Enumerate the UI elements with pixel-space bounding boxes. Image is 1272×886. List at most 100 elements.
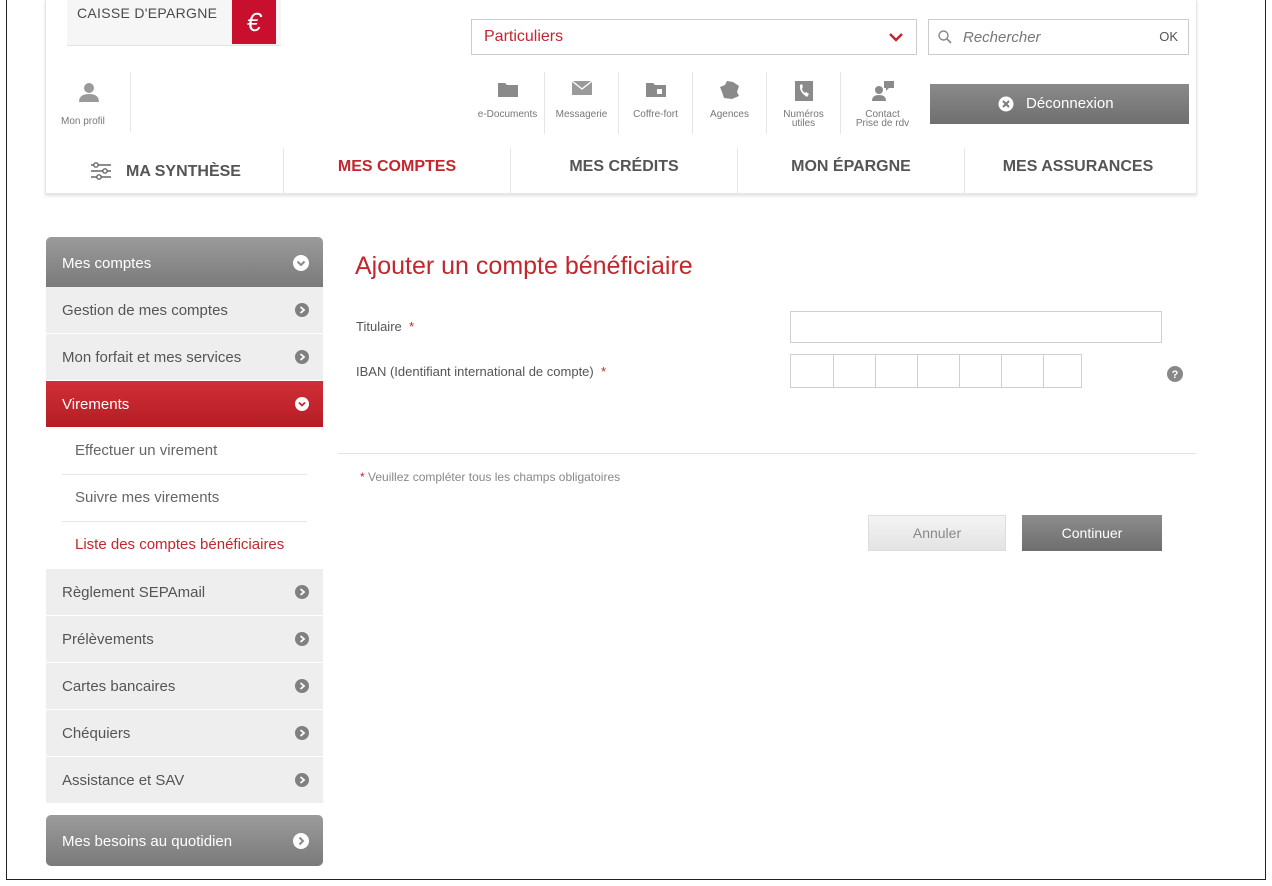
toolbar-shortcuts: e-Documents Messagerie Coffre-fort Agenc… <box>471 72 924 134</box>
brand-logo[interactable]: CAISSE D'EPARGNE € <box>67 0 281 46</box>
safe-icon <box>645 80 667 103</box>
user-icon <box>79 83 99 102</box>
chevron-right-icon <box>295 303 309 321</box>
logout-label: Déconnexion <box>1026 95 1114 112</box>
profile-link[interactable]: Mon profil <box>61 80 131 130</box>
iban-label-text: IBAN (Identifiant international de compt… <box>356 364 594 379</box>
tool-e-documents[interactable]: e-Documents <box>471 72 544 134</box>
sidebar-subitem-suivre-virements[interactable]: Suivre mes virements <box>46 475 323 522</box>
sliders-icon <box>90 162 112 185</box>
segment-select[interactable]: Particuliers <box>471 19 917 55</box>
close-circle-icon <box>998 96 1014 116</box>
squirrel-logo-icon: € <box>232 0 276 44</box>
chevron-right-icon <box>295 726 309 744</box>
sidebar-subitem-effectuer-virement[interactable]: Effectuer un virement <box>46 428 323 475</box>
tool-label: Coffre-fort <box>633 109 678 120</box>
search-icon <box>937 29 953 50</box>
nav-mon-epargne[interactable]: MON ÉPARGNE <box>737 148 964 194</box>
chevron-right-icon <box>295 632 309 650</box>
page-title: Ajouter un compte bénéficiaire <box>355 252 693 280</box>
nav-mes-comptes[interactable]: MES COMPTES <box>283 148 510 194</box>
main-nav: MA SYNTHÈSE MES COMPTES MES CRÉDITS MON … <box>46 148 1198 194</box>
nav-mes-assurances[interactable]: MES ASSURANCES <box>964 148 1191 194</box>
chevron-right-icon <box>295 679 309 697</box>
sidebar-item-label: Mon forfait et mes services <box>62 349 242 366</box>
sidebar-item-label: Virements <box>62 396 130 413</box>
sidebar-item-prelevements[interactable]: Prélèvements <box>46 616 323 663</box>
nav-label: MA SYNTHÈSE <box>126 163 241 180</box>
chevron-right-icon <box>293 833 309 853</box>
iban-segment-4[interactable] <box>917 355 959 387</box>
required-note-text: Veuillez compléter tous les champs oblig… <box>368 470 621 484</box>
tool-messagerie[interactable]: Messagerie <box>544 72 618 134</box>
site-header: CAISSE D'EPARGNE € Particuliers OK Mon p… <box>45 0 1197 194</box>
sidebar-item-label: Chéquiers <box>62 725 131 742</box>
search-box: OK <box>928 19 1189 55</box>
chevron-right-icon <box>295 773 309 791</box>
sidebar: Mes comptes Gestion de mes comptes Mon f… <box>46 237 323 866</box>
cancel-button[interactable]: Annuler <box>868 515 1006 551</box>
nav-mes-credits[interactable]: MES CRÉDITS <box>510 148 737 194</box>
tool-agences[interactable]: Agences <box>692 72 766 134</box>
logout-button[interactable]: Déconnexion <box>930 84 1189 124</box>
sidebar-item-label: Règlement SEPAmail <box>62 584 206 601</box>
iban-segment-7[interactable] <box>1043 355 1081 387</box>
chevron-down-icon <box>295 397 309 415</box>
phone-icon <box>794 80 814 107</box>
divider <box>130 72 131 132</box>
sidebar-header-mes-comptes[interactable]: Mes comptes <box>46 237 323 287</box>
segment-value: Particuliers <box>484 28 564 45</box>
sidebar-item-cartes[interactable]: Cartes bancaires <box>46 663 323 710</box>
sidebar-item-forfait[interactable]: Mon forfait et mes services <box>46 334 323 381</box>
required-marker: * <box>409 319 415 334</box>
sidebar-subitem-label: Liste des comptes bénéficiaires <box>75 536 285 553</box>
nav-ma-synthese[interactable]: MA SYNTHÈSE <box>46 148 283 194</box>
chevron-right-icon <box>295 350 309 368</box>
france-map-icon <box>719 80 741 105</box>
sidebar-item-assistance[interactable]: Assistance et SAV <box>46 757 323 804</box>
tool-label: Agences <box>710 109 749 120</box>
folder-icon <box>497 80 519 103</box>
iban-label: IBAN (Identifiant international de compt… <box>356 364 606 379</box>
titulaire-input[interactable] <box>790 311 1162 343</box>
nav-label: MES CRÉDITS <box>569 158 679 175</box>
sidebar-item-virements[interactable]: Virements <box>46 381 323 428</box>
sidebar-subitem-label: Suivre mes virements <box>75 489 220 506</box>
search-ok-button[interactable]: OK <box>1159 29 1178 44</box>
tool-label: Contact Prise de rdv <box>855 109 910 129</box>
chevron-down-icon <box>888 30 904 48</box>
divider <box>338 453 1196 454</box>
sidebar-subitem-label: Effectuer un virement <box>75 442 218 459</box>
sidebar-item-chequiers[interactable]: Chéquiers <box>46 710 323 757</box>
continue-button[interactable]: Continuer <box>1022 515 1162 551</box>
contact-icon <box>871 80 895 107</box>
tool-contact[interactable]: Contact Prise de rdv <box>840 72 924 134</box>
nav-label: MES COMPTES <box>337 158 457 175</box>
iban-segment-5[interactable] <box>959 355 1001 387</box>
nav-label: MON ÉPARGNE <box>791 158 911 175</box>
sidebar-header-label: Mes comptes <box>62 255 152 272</box>
sidebar-footer-besoins[interactable]: Mes besoins au quotidien <box>46 815 323 866</box>
sidebar-footer-label: Mes besoins au quotidien <box>62 833 233 850</box>
svg-text:?: ? <box>1172 369 1179 381</box>
required-fields-note: * Veuillez compléter tous les champs obl… <box>360 470 620 484</box>
titulaire-label: Titulaire * <box>356 319 414 334</box>
titulaire-label-text: Titulaire <box>356 319 402 334</box>
sidebar-item-label: Assistance et SAV <box>62 772 185 789</box>
iban-segment-3[interactable] <box>875 355 917 387</box>
help-icon[interactable]: ? <box>1167 366 1183 387</box>
iban-segment-2[interactable] <box>833 355 875 387</box>
tool-coffre-fort[interactable]: Coffre-fort <box>618 72 692 134</box>
sidebar-item-gestion[interactable]: Gestion de mes comptes <box>46 287 323 334</box>
chevron-right-icon <box>295 585 309 603</box>
sidebar-item-sepamail[interactable]: Règlement SEPAmail <box>46 569 323 616</box>
required-marker: * <box>360 470 365 484</box>
sidebar-item-label: Gestion de mes comptes <box>62 302 228 319</box>
sidebar-subitem-liste-beneficiaires[interactable]: Liste des comptes bénéficiaires <box>46 522 323 569</box>
iban-input-group <box>790 354 1082 388</box>
iban-segment-6[interactable] <box>1001 355 1043 387</box>
tool-numeros-utiles[interactable]: Numéros utiles <box>766 72 840 134</box>
mail-icon <box>571 80 593 101</box>
iban-segment-1[interactable] <box>791 355 833 387</box>
search-input[interactable] <box>963 26 1143 48</box>
